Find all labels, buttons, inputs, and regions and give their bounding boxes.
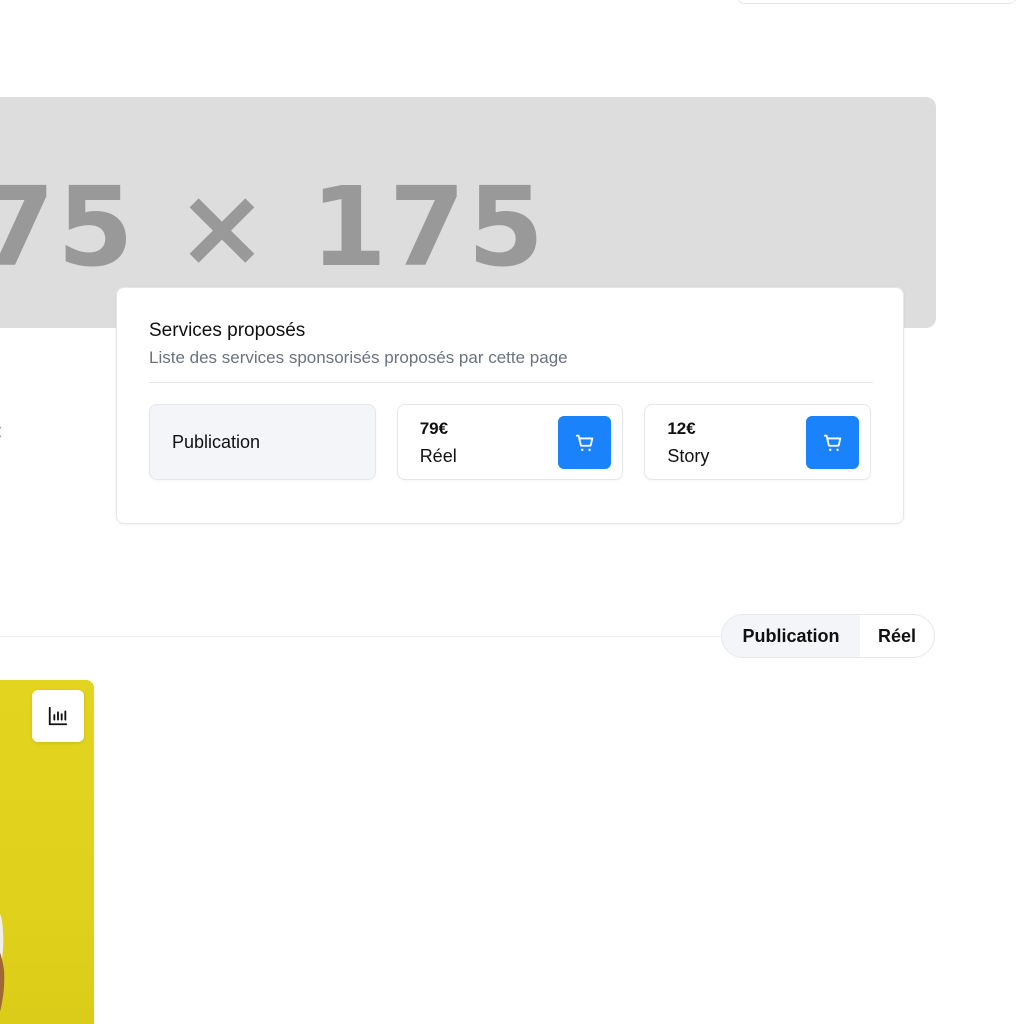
add-to-cart-button[interactable] [806,416,859,469]
top-control[interactable] [737,0,1017,4]
service-price: 79€ [419,419,449,438]
service-price: 12€ [667,419,696,438]
service-label: Story [667,446,710,466]
tab-reel[interactable]: Réel [860,615,934,657]
services-title: Services proposés [149,320,306,341]
services-list: Publication 79€ Réel 12€ Story [149,404,871,480]
banner-placeholder-text: 175 × 175 [0,163,546,291]
person-figure [0,913,5,1024]
section-divider [0,636,724,637]
services-divider [149,382,873,383]
services-card: Services proposés Liste des services spo… [116,287,904,524]
service-label: Publication [172,431,261,452]
chevron-left-icon[interactable] [0,426,6,438]
service-label: Réel [419,446,457,466]
service-item-reel: 79€ Réel [396,404,624,480]
services-subtitle: Liste des services sponsorisés proposés … [149,348,568,367]
add-to-cart-button[interactable] [558,416,612,469]
chart-bars-icon [48,706,68,726]
tab-publication[interactable]: Publication [722,615,860,657]
stats-button[interactable] [32,690,84,742]
content-type-tabs: Publication Réel [721,614,935,658]
service-item-story: 12€ Story [644,404,871,480]
cart-icon [575,434,594,451]
service-item-publication[interactable]: Publication [149,404,376,480]
cart-icon [823,434,841,451]
